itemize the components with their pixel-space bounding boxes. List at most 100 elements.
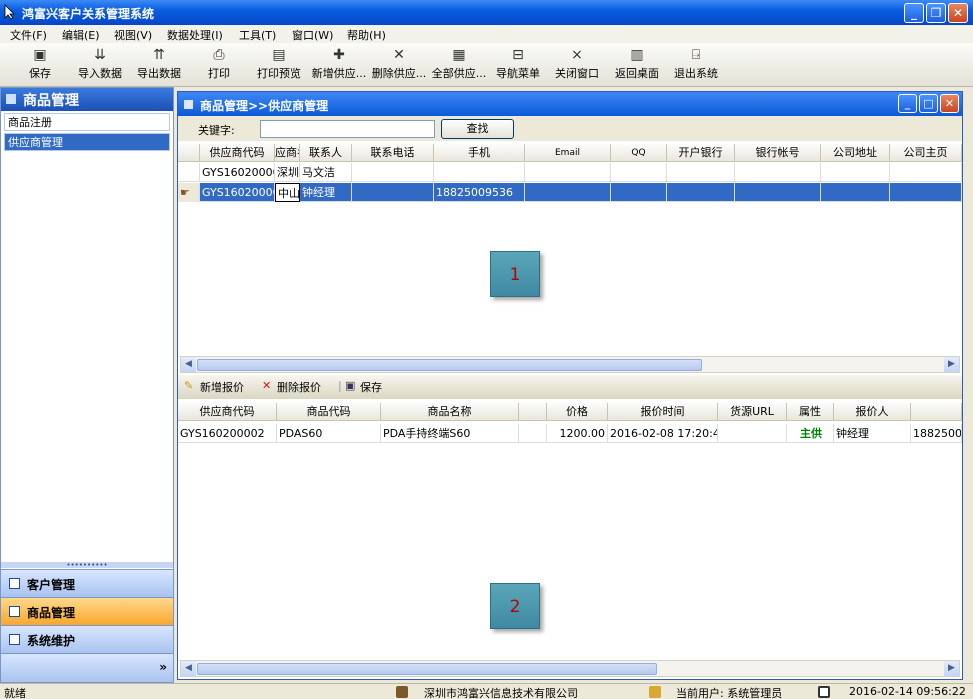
- toolbar-delete-supplier-button[interactable]: ✕ 删除供应...: [369, 45, 429, 85]
- col-quote-supplier-code[interactable]: 供应商代码: [178, 403, 277, 421]
- toolbar-return-desktop-button[interactable]: ▥ 返回桌面: [607, 45, 667, 85]
- close-button[interactable]: ✕: [948, 3, 968, 23]
- window-maximize-button[interactable]: □: [919, 94, 938, 113]
- window-close-button[interactable]: ✕: [940, 94, 959, 113]
- cell-email[interactable]: [525, 183, 611, 202]
- menu-edit[interactable]: 编辑(E): [62, 27, 100, 43]
- menu-window[interactable]: 窗口(W): [292, 27, 333, 43]
- col-qq[interactable]: QQ: [611, 144, 667, 162]
- toolbar-add-supplier-button[interactable]: ✚ 新增供应...: [309, 45, 369, 85]
- cell-supplier-name[interactable]: 深圳: [275, 163, 300, 182]
- supplier-grid-scrollbar[interactable]: ◀ ▶: [180, 356, 960, 373]
- cell-homepage[interactable]: [890, 163, 962, 182]
- col-bank-account[interactable]: 银行帐号: [735, 144, 821, 162]
- scroll-left-icon[interactable]: ◀: [181, 661, 196, 676]
- cell-phone[interactable]: [352, 163, 434, 182]
- toolbar-import-button[interactable]: ⇊ 导入数据: [70, 45, 130, 85]
- cell-quoter[interactable]: 钟经理: [834, 424, 911, 443]
- cell-contact[interactable]: 钟经理: [300, 183, 352, 202]
- cell-qq[interactable]: [611, 163, 667, 182]
- search-button[interactable]: 查找: [441, 119, 514, 139]
- save-quote-button[interactable]: 保存: [360, 379, 382, 395]
- minimize-button[interactable]: _: [904, 3, 924, 23]
- cell-price[interactable]: 1200.00: [547, 424, 608, 443]
- col-attribute[interactable]: 属性: [787, 403, 834, 421]
- col-quoter[interactable]: 报价人: [834, 403, 911, 421]
- scroll-right-icon[interactable]: ▶: [944, 661, 959, 676]
- col-price[interactable]: 价格: [547, 403, 608, 421]
- col-extra[interactable]: [911, 403, 962, 421]
- menu-view[interactable]: 视图(V): [114, 27, 152, 43]
- scroll-thumb[interactable]: [197, 663, 657, 675]
- col-quote-time[interactable]: 报价时间: [608, 403, 718, 421]
- scroll-left-icon[interactable]: ◀: [181, 357, 196, 372]
- cell-mobile[interactable]: 18825009536: [434, 183, 525, 202]
- delete-quote-button[interactable]: 删除报价: [277, 379, 321, 395]
- toolbar-print-button[interactable]: ⎙ 打印: [189, 45, 249, 85]
- cell-attribute[interactable]: 主供: [787, 424, 834, 443]
- cell-quote-time[interactable]: 2016-02-08 17:20:45: [608, 424, 718, 443]
- add-quote-button[interactable]: 新增报价: [200, 379, 244, 395]
- cell-source-url[interactable]: [718, 424, 787, 443]
- table-row-selected[interactable]: ☛ GYS16020000 中山 钟经理 18825009536: [178, 183, 962, 202]
- cell-extra[interactable]: 1882500953: [911, 424, 962, 443]
- col-source-url[interactable]: 货源URL: [718, 403, 787, 421]
- toolbar-close-window-button[interactable]: × 关闭窗口: [547, 45, 607, 85]
- col-email[interactable]: Email: [525, 144, 611, 162]
- window-minimize-button[interactable]: _: [898, 94, 917, 113]
- cell-address[interactable]: [821, 163, 890, 182]
- cell-phone[interactable]: [352, 183, 434, 202]
- cell-product-code[interactable]: PDAS60: [277, 424, 381, 443]
- cell-product-name[interactable]: PDA手持终端S60: [381, 424, 519, 443]
- col-phone[interactable]: 联系电话: [352, 144, 434, 162]
- col-mobile[interactable]: 手机: [434, 144, 525, 162]
- menu-tools[interactable]: 工具(T): [239, 27, 276, 43]
- menu-file[interactable]: 文件(F): [10, 27, 47, 43]
- col-address[interactable]: 公司地址: [821, 144, 890, 162]
- toolbar-export-button[interactable]: ⇈ 导出数据: [129, 45, 189, 85]
- col-supplier-name[interactable]: 应商名: [275, 144, 300, 162]
- nav-button-system[interactable]: 系统维护: [1, 625, 173, 653]
- col-product-name[interactable]: 商品名称: [381, 403, 519, 421]
- nav-button-customer[interactable]: 客户管理: [1, 569, 173, 597]
- cell-supplier-name-editing[interactable]: 中山: [275, 183, 300, 202]
- toolbar-exit-button[interactable]: ⍈ 退出系统: [666, 45, 726, 85]
- cell-bank-account[interactable]: [735, 183, 821, 202]
- scroll-right-icon[interactable]: ▶: [944, 357, 959, 372]
- splitter-grip[interactable]: ••••••••••: [1, 562, 173, 569]
- menu-help[interactable]: 帮助(H): [347, 27, 386, 43]
- cell-homepage[interactable]: [890, 183, 962, 202]
- cell-bank-account[interactable]: [735, 163, 821, 182]
- col-contact[interactable]: 联系人: [300, 144, 352, 162]
- nav-button-product[interactable]: 商品管理: [1, 597, 173, 625]
- cell-supplier-code[interactable]: GYS16020000: [200, 163, 275, 182]
- nav-more-bar[interactable]: »: [1, 653, 173, 682]
- col-blank[interactable]: [519, 403, 547, 421]
- nav-item-supplier-management[interactable]: 供应商管理: [4, 133, 170, 151]
- nav-item-product-register[interactable]: 商品注册: [4, 113, 170, 131]
- menu-data-processing[interactable]: 数据处理(I): [167, 27, 223, 43]
- table-row[interactable]: GYS160200002 PDAS60 PDA手持终端S60 1200.00 2…: [178, 424, 962, 443]
- restore-button[interactable]: ❐: [926, 3, 946, 23]
- cell-quote-supplier[interactable]: GYS160200002: [178, 424, 277, 443]
- toolbar-save-button[interactable]: ▣ 保存: [10, 45, 70, 85]
- cell-contact[interactable]: 马文洁: [300, 163, 352, 182]
- cell-bank[interactable]: [667, 183, 735, 202]
- col-bank[interactable]: 开户银行: [667, 144, 735, 162]
- cell-bank[interactable]: [667, 163, 735, 182]
- cell-email[interactable]: [525, 163, 611, 182]
- col-supplier-code[interactable]: 供应商代码: [200, 144, 275, 162]
- toolbar-navigation-menu-button[interactable]: ⊟ 导航菜单: [488, 45, 548, 85]
- cell-supplier-code[interactable]: GYS16020000: [200, 183, 275, 202]
- col-product-code[interactable]: 商品代码: [277, 403, 381, 421]
- scroll-thumb[interactable]: [197, 359, 702, 371]
- cell-qq[interactable]: [611, 183, 667, 202]
- toolbar-all-suppliers-button[interactable]: ▦ 全部供应...: [429, 45, 489, 85]
- quote-grid-scrollbar[interactable]: ◀ ▶: [180, 660, 960, 677]
- keyword-input[interactable]: [260, 120, 435, 138]
- cell-mobile[interactable]: [434, 163, 525, 182]
- cell-blank[interactable]: [519, 424, 547, 443]
- cell-address[interactable]: [821, 183, 890, 202]
- col-homepage[interactable]: 公司主页: [890, 144, 962, 162]
- toolbar-print-preview-button[interactable]: ▤ 打印预览: [249, 45, 309, 85]
